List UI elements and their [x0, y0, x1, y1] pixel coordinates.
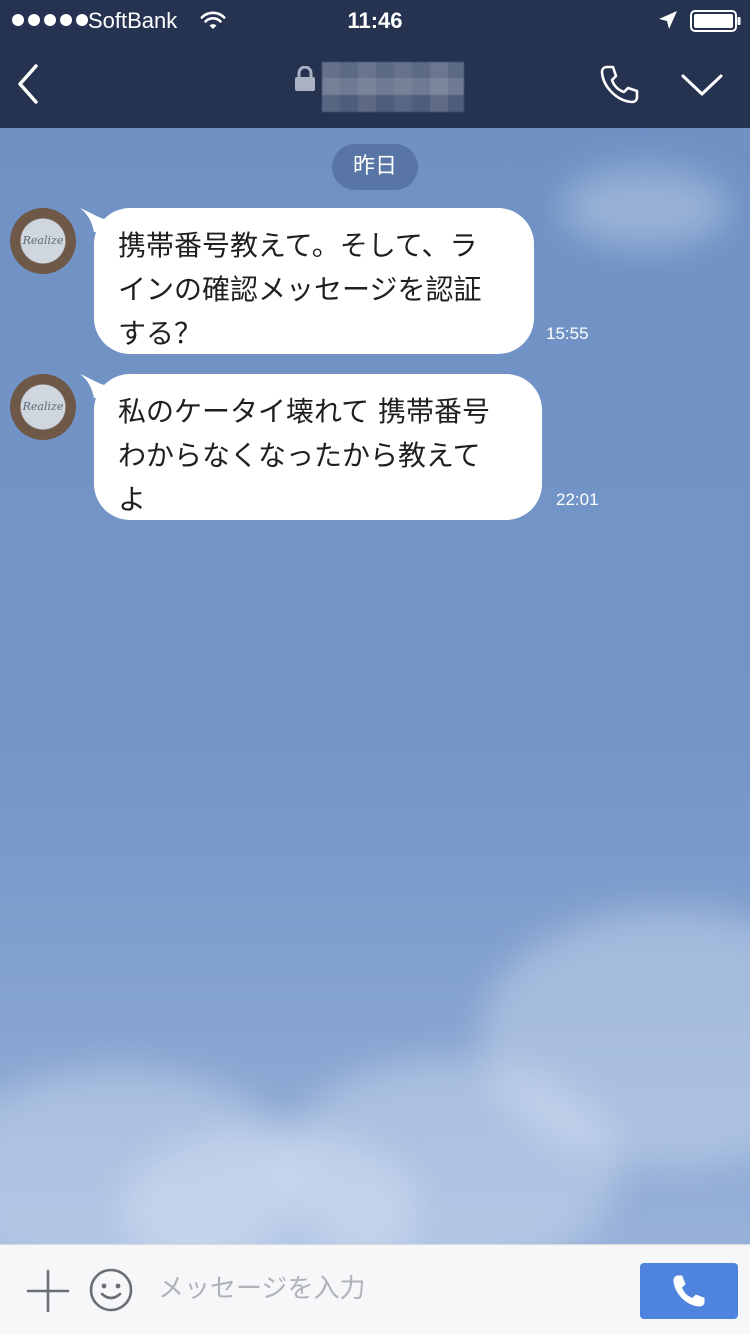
location-arrow-icon: [659, 11, 677, 29]
message-line: 携帯番号教えて。そして、ラ: [118, 229, 478, 262]
back-chevron-icon[interactable]: [10, 62, 50, 106]
avatar[interactable]: Realize: [10, 374, 76, 440]
message-composer: [0, 1244, 750, 1334]
chevron-down-icon[interactable]: [680, 68, 724, 102]
message-timestamp: 22:01: [556, 490, 599, 509]
message-input[interactable]: [150, 1261, 636, 1317]
phone-icon[interactable]: [598, 62, 642, 106]
message-bubble[interactable]: 私のケータイ壊れて 携帯番号 わからなくなったから教えて よ: [94, 374, 542, 520]
message-line: よ: [118, 483, 147, 516]
date-separator: 昨日: [332, 144, 418, 190]
status-bar: SoftBank 11:46: [0, 0, 750, 40]
message-line: 私のケータイ壊れて 携帯番号: [118, 395, 491, 428]
status-clock: 11:46: [347, 8, 403, 33]
lock-icon: [295, 66, 315, 91]
message-line: わからなくなったから教えて: [118, 439, 481, 472]
message-line: インの確認メッセージを認証: [118, 273, 482, 306]
chat-message-list[interactable]: 昨日 Realize 携帯番号教えて。そして、ラ インの確認メッセージを認証 す…: [0, 128, 750, 1244]
battery-icon: [690, 10, 741, 32]
message-timestamp: 15:55: [546, 324, 589, 343]
avatar[interactable]: Realize: [10, 208, 76, 274]
message-line: する？: [118, 317, 203, 350]
plus-icon[interactable]: [26, 1269, 70, 1313]
message-bubble[interactable]: 携帯番号教えて。そして、ラ インの確認メッセージを認証 する？: [94, 208, 534, 354]
avatar-logo: Realize: [22, 234, 64, 247]
avatar-logo: Realize: [22, 400, 64, 413]
chat-title-pixelated[interactable]: [322, 62, 464, 112]
phone-call-icon: [673, 1275, 705, 1307]
emoji-icon[interactable]: [88, 1267, 134, 1313]
voice-call-button[interactable]: [640, 1263, 738, 1319]
chat-header: [0, 40, 750, 128]
